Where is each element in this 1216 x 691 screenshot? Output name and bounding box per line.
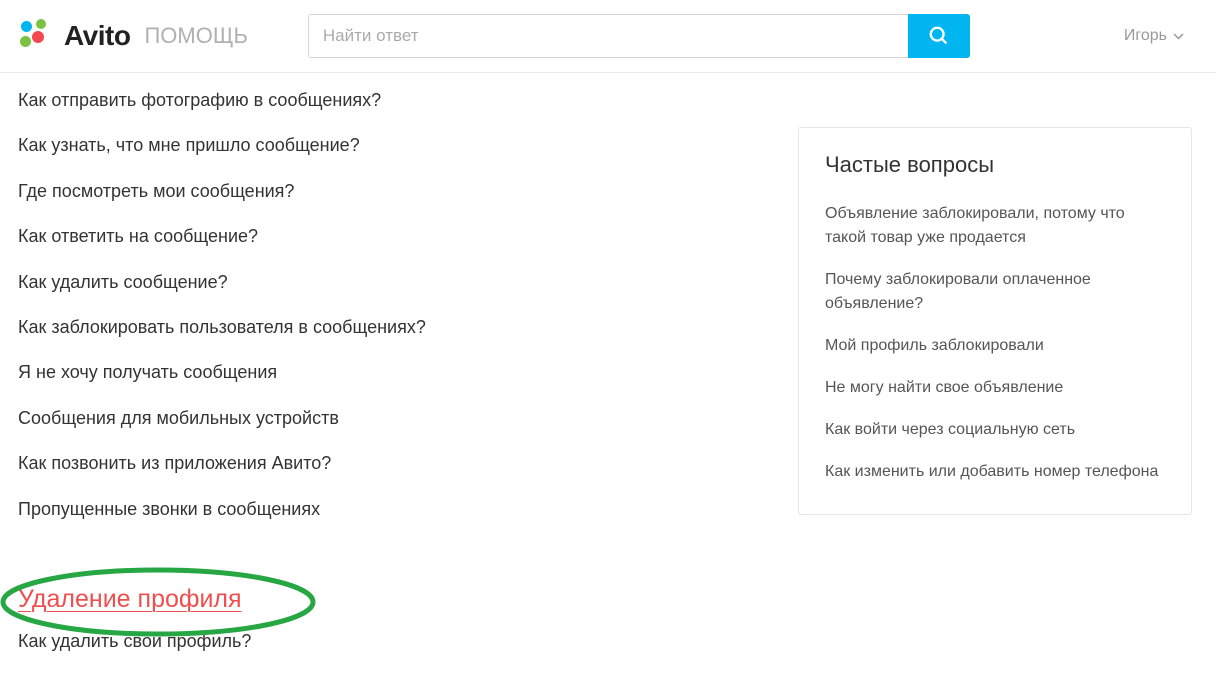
search-button[interactable]	[908, 14, 970, 58]
question-link[interactable]: Где посмотреть мои сообщения?	[18, 180, 758, 203]
question-link[interactable]: Как ответить на сообщение?	[18, 225, 758, 248]
search-input[interactable]	[308, 14, 908, 58]
faq-link[interactable]: Объявление заблокировали, потому что так…	[825, 202, 1165, 250]
question-link[interactable]: Сообщения для мобильных устройств	[18, 407, 758, 430]
faq-link[interactable]: Почему заблокировали оплаченное объявлен…	[825, 268, 1165, 316]
main-column: Как отправить фотографию в сообщениях? Ка…	[18, 89, 758, 675]
question-link[interactable]: Как позвонить из приложения Авито?	[18, 452, 758, 475]
question-link[interactable]: Пропущенные звонки в сообщениях	[18, 498, 758, 521]
search-form	[308, 14, 970, 58]
faq-list: Объявление заблокировали, потому что так…	[825, 202, 1165, 484]
brand-name: Avito	[64, 20, 130, 52]
question-link[interactable]: Как заблокировать пользователя в сообщен…	[18, 316, 758, 339]
chevron-down-icon	[1173, 33, 1184, 40]
brand-subtitle: ПОМОЩЬ	[144, 23, 247, 49]
section-header: Удаление профиля	[18, 585, 242, 614]
faq-link[interactable]: Как изменить или добавить номер телефона	[825, 460, 1165, 484]
section-title[interactable]: Удаление профиля	[18, 585, 242, 613]
logo-icon	[18, 18, 54, 54]
question-link[interactable]: Я не хочу получать сообщения	[18, 361, 758, 384]
user-name: Игорь	[1124, 27, 1167, 45]
user-menu[interactable]: Игорь	[1124, 27, 1184, 45]
faq-link[interactable]: Не могу найти свое объявление	[825, 376, 1165, 400]
faq-box: Частые вопросы Объявление заблокировали,…	[798, 127, 1192, 515]
search-icon	[928, 25, 950, 47]
question-list: Как отправить фотографию в сообщениях? Ка…	[18, 89, 758, 521]
content: Как отправить фотографию в сообщениях? Ка…	[0, 73, 1216, 691]
faq-link[interactable]: Мой профиль заблокировали	[825, 334, 1165, 358]
header: Avito ПОМОЩЬ Игорь	[0, 0, 1216, 73]
question-link[interactable]: Как узнать, что мне пришло сообщение?	[18, 134, 758, 157]
logo[interactable]: Avito ПОМОЩЬ	[18, 18, 248, 54]
sidebar: Частые вопросы Объявление заблокировали,…	[798, 127, 1192, 675]
question-link[interactable]: Как удалить сообщение?	[18, 271, 758, 294]
faq-link[interactable]: Как войти через социальную сеть	[825, 418, 1165, 442]
question-link[interactable]: Как отправить фотографию в сообщениях?	[18, 89, 758, 112]
faq-title: Частые вопросы	[825, 152, 1165, 178]
